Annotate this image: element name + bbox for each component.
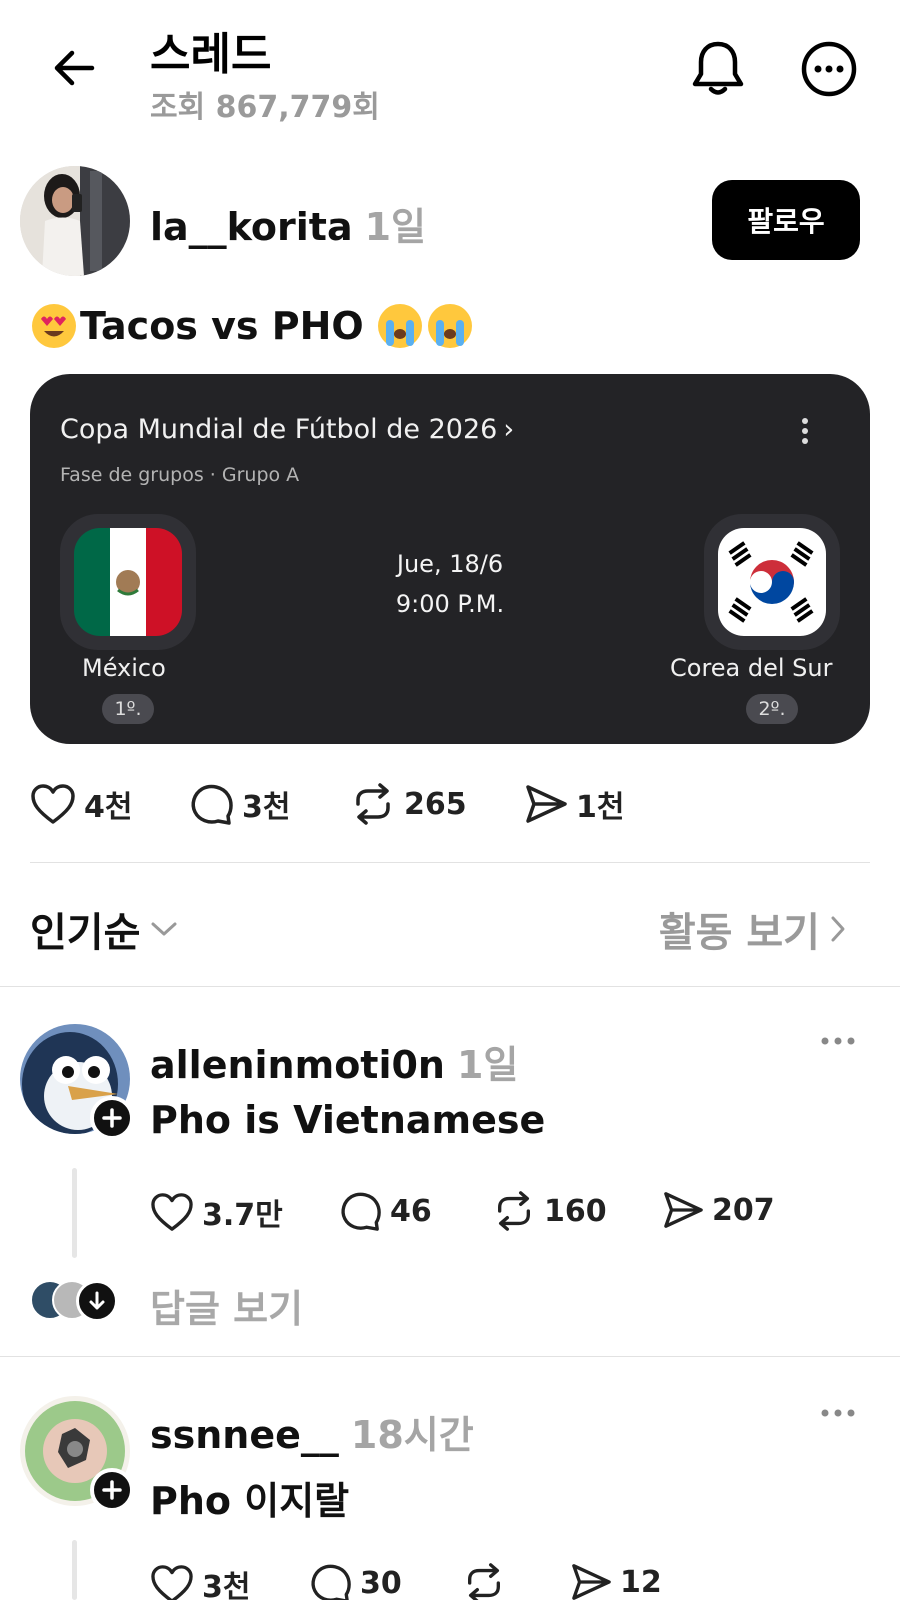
view-activity-link[interactable]: 활동 보기 — [659, 900, 846, 958]
home-team-name: México — [82, 654, 166, 682]
match-date: Jue, 18/6 — [396, 550, 504, 578]
send-icon — [572, 1564, 611, 1600]
group-stage-label: Fase de grupos · Grupo A — [60, 464, 300, 486]
like-button[interactable]: 4천 — [30, 782, 132, 826]
reply-comment-count: 46 — [390, 1193, 432, 1229]
back-button[interactable] — [48, 42, 100, 94]
repost-icon — [498, 1191, 530, 1231]
reply-share-button[interactable]: 207 — [662, 1190, 775, 1230]
chevron-right-icon — [831, 916, 845, 942]
reply-more-button[interactable] — [820, 1036, 856, 1046]
reply-like-count: 3.7만 — [202, 1198, 283, 1233]
send-icon — [526, 785, 567, 823]
thread-line — [72, 1168, 77, 1258]
south-korea-flag-icon — [718, 528, 826, 636]
crying-emoji-icon — [376, 302, 424, 350]
reply-share-count: 207 — [712, 1192, 775, 1228]
divider — [30, 862, 870, 863]
reply-like-count: 3천 — [202, 1570, 251, 1600]
reply-share-button[interactable]: 12 — [570, 1562, 662, 1600]
reply-share-count: 12 — [620, 1564, 662, 1600]
share-button[interactable]: 1천 — [524, 782, 624, 826]
comment-icon — [191, 784, 233, 825]
divider — [0, 1356, 900, 1357]
sort-dropdown[interactable]: 인기순 — [30, 900, 178, 958]
home-team-flag[interactable] — [60, 514, 196, 650]
expand-replies-icon — [76, 1280, 118, 1322]
follow-button[interactable]: 팔로우 — [712, 180, 860, 260]
reply-text: Pho is Vietnamese — [150, 1098, 546, 1142]
notification-button[interactable] — [688, 38, 748, 98]
reply-text: Pho 이지랄 — [150, 1479, 350, 1523]
follow-plus-button[interactable] — [90, 1096, 134, 1140]
reply-comment-count: 30 — [360, 1565, 402, 1600]
reply-more-button[interactable] — [820, 1408, 856, 1418]
chevron-down-icon — [151, 922, 177, 936]
reply-repost-button[interactable] — [462, 1562, 506, 1600]
arrow-left-icon — [54, 50, 95, 86]
competition-title[interactable]: Copa Mundial de Fútbol de 2026 › — [60, 414, 514, 445]
away-team-name: Corea del Sur — [670, 654, 833, 682]
more-options-button[interactable] — [800, 40, 858, 98]
reply-like-button[interactable]: 3천 — [150, 1562, 250, 1600]
horizontal-dots-icon — [821, 1409, 855, 1417]
bell-icon — [692, 41, 744, 95]
repost-count: 265 — [404, 786, 467, 822]
reply-time: 1일 — [456, 1043, 519, 1087]
heart-icon — [31, 784, 75, 824]
post-text: Tacos vs PHO — [30, 302, 474, 350]
reply-like-button[interactable]: 3.7만 — [150, 1190, 283, 1234]
reply-comment-button[interactable]: 30 — [310, 1562, 402, 1600]
sort-label: 인기순 — [30, 910, 141, 956]
reply-username[interactable]: alleninmoti0n — [150, 1043, 445, 1087]
away-team-rank: 2º. — [746, 694, 798, 724]
home-team-rank: 1º. — [102, 694, 154, 724]
crying-emoji-icon — [426, 302, 474, 350]
plus-icon — [102, 1108, 122, 1128]
reply-repost-button[interactable]: 160 — [492, 1190, 607, 1232]
share-count: 1천 — [576, 790, 625, 825]
page-title: 스레드 — [150, 29, 272, 80]
send-icon — [664, 1192, 703, 1228]
match-datetime: Jue, 18/6 9:00 P.M. — [340, 544, 560, 624]
chevron-right-icon: › — [503, 414, 515, 445]
view-activity-label: 활동 보기 — [658, 910, 820, 956]
comment-icon — [341, 1192, 381, 1231]
reply-avatars-stack — [30, 1280, 124, 1322]
heart-icon — [151, 1193, 193, 1231]
more-circle-icon — [801, 41, 857, 97]
comment-count: 3천 — [242, 790, 291, 825]
author-username[interactable]: la__korita — [150, 205, 353, 249]
divider — [0, 986, 900, 987]
comment-icon — [311, 1564, 351, 1600]
reply-username[interactable]: ssnnee__ — [150, 1413, 339, 1457]
plus-icon — [102, 1480, 122, 1500]
horizontal-dots-icon — [821, 1037, 855, 1045]
comment-button[interactable]: 3천 — [190, 782, 290, 826]
repost-icon — [468, 1563, 500, 1600]
reply-time: 18시간 — [350, 1413, 474, 1457]
view-replies-button[interactable]: 답글 보기 — [150, 1278, 303, 1333]
author-avatar[interactable] — [20, 166, 130, 276]
post-time: 1일 — [364, 205, 427, 249]
heart-eyes-emoji-icon — [30, 302, 78, 350]
like-count: 4천 — [84, 790, 133, 825]
mexico-flag-icon — [74, 528, 182, 636]
post-text-content: Tacos vs PHO — [80, 304, 364, 348]
view-count: 조회 867,779회 — [150, 90, 380, 125]
match-time: 9:00 P.M. — [395, 590, 505, 618]
thread-line — [72, 1540, 77, 1600]
reply-repost-count: 160 — [544, 1193, 607, 1229]
vertical-dots-icon — [802, 418, 808, 444]
avatar-photo — [20, 166, 130, 276]
heart-icon — [151, 1565, 193, 1600]
match-card[interactable]: Copa Mundial de Fútbol de 2026 › Fase de … — [30, 374, 870, 744]
repost-icon — [356, 783, 390, 825]
away-team-flag[interactable] — [704, 514, 840, 650]
reply-comment-button[interactable]: 46 — [340, 1190, 432, 1232]
repost-button[interactable]: 265 — [350, 782, 467, 826]
card-menu-button[interactable] — [800, 416, 810, 446]
follow-plus-button[interactable] — [90, 1468, 134, 1512]
